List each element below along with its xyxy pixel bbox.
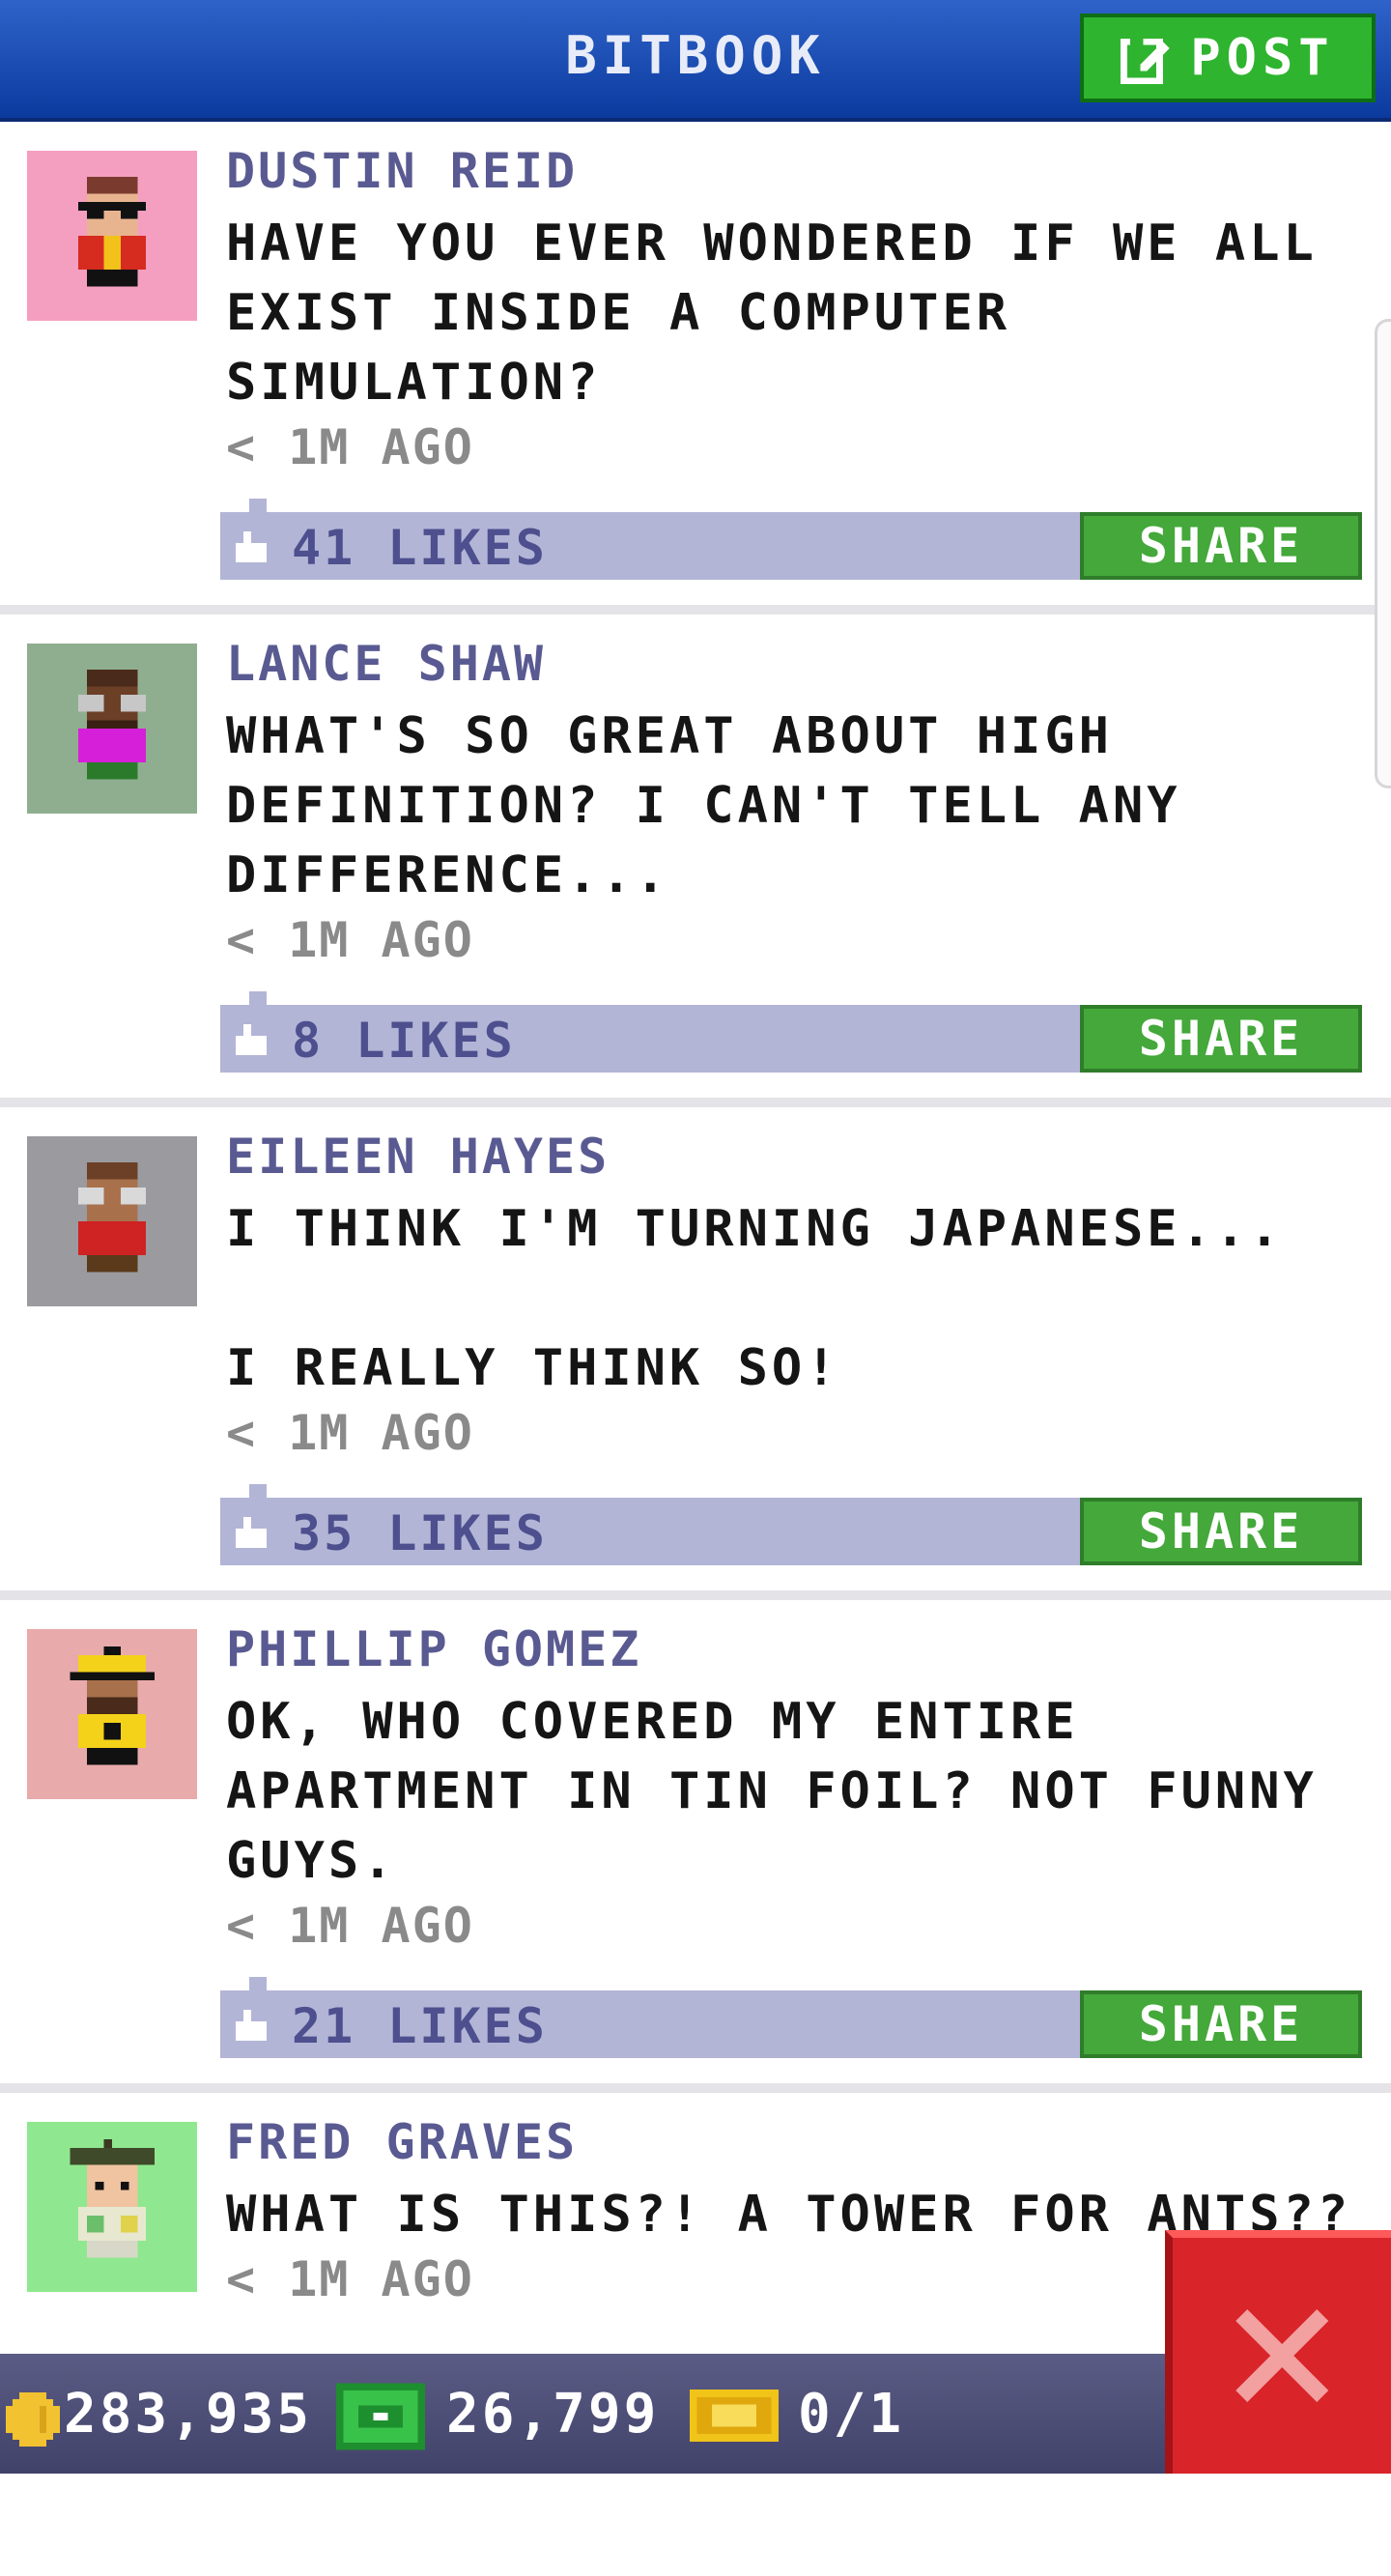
post-author[interactable]: FRED GRAVES bbox=[226, 2114, 578, 2170]
like-bar: 8 LIKES SHARE bbox=[220, 991, 1362, 1073]
like-bar: 21 LIKES SHARE bbox=[220, 1977, 1362, 2058]
close-icon bbox=[1235, 2309, 1328, 2402]
post-author[interactable]: LANCE SHAW bbox=[226, 636, 546, 692]
thumbs-up-icon[interactable] bbox=[232, 531, 270, 562]
bux-icon bbox=[336, 2383, 425, 2450]
like-bar-tab bbox=[249, 1484, 267, 1498]
post-author[interactable]: EILEEN HAYES bbox=[226, 1129, 610, 1185]
post-time: < 1M AGO bbox=[226, 912, 474, 968]
feed-post: LANCE SHAW WHAT'S SO GREAT ABOUT HIGH DE… bbox=[0, 615, 1391, 1107]
ticket-count: 0/1 bbox=[798, 2383, 905, 2446]
ticket-icon bbox=[690, 2390, 779, 2442]
post-time: < 1M AGO bbox=[226, 419, 474, 475]
pixel-person-glasses-avatar bbox=[78, 1161, 146, 1273]
like-bar: 35 LIKES SHARE bbox=[220, 1484, 1362, 1565]
thumbs-up-icon[interactable] bbox=[232, 1517, 270, 1548]
feed-post: PHILLIP GOMEZ OK, WHO COVERED MY ENTIRE … bbox=[0, 1600, 1391, 2093]
like-bar-tab bbox=[249, 991, 267, 1005]
pixel-person-hat-avatar bbox=[70, 1646, 155, 1765]
pixel-person-sunglasses-avatar bbox=[78, 176, 146, 287]
share-button[interactable]: SHARE bbox=[1080, 512, 1362, 580]
like-count: 21 LIKES bbox=[292, 1998, 548, 2054]
post-message: I THINK I'M TURNING JAPANESE... I REALLY… bbox=[226, 1200, 1284, 1397]
compose-icon bbox=[1121, 38, 1170, 84]
post-message: WHAT'S SO GREAT ABOUT HIGH DEFINITION? I… bbox=[226, 707, 1181, 904]
thumbs-up-icon[interactable] bbox=[232, 1024, 270, 1055]
like-count: 8 LIKES bbox=[292, 1013, 516, 1069]
bux-count: 26,799 bbox=[446, 2383, 660, 2446]
feed-list: DUSTIN REID HAVE YOU EVER WONDERED IF WE… bbox=[0, 122, 1391, 2576]
post-time: < 1M AGO bbox=[226, 2251, 474, 2307]
like-count: 41 LIKES bbox=[292, 520, 548, 576]
post-author[interactable]: PHILLIP GOMEZ bbox=[226, 1621, 641, 1677]
avatar[interactable] bbox=[27, 151, 197, 321]
like-bar-tab bbox=[249, 1977, 267, 1990]
avatar[interactable] bbox=[27, 2122, 197, 2292]
coin-count: 283,935 bbox=[64, 2383, 313, 2446]
post-message: OK, WHO COVERED MY ENTIRE APARTMENT IN T… bbox=[226, 1693, 1318, 1890]
avatar[interactable] bbox=[27, 644, 197, 814]
feed-post: EILEEN HAYES I THINK I'M TURNING JAPANES… bbox=[0, 1107, 1391, 1600]
like-bar: 41 LIKES SHARE bbox=[220, 499, 1362, 580]
avatar[interactable] bbox=[27, 1629, 197, 1799]
post-button-label: POST bbox=[1190, 29, 1335, 87]
scrollbar[interactable] bbox=[1375, 319, 1391, 788]
post-time: < 1M AGO bbox=[226, 1898, 474, 1954]
app-header: BITBOOK POST bbox=[0, 0, 1391, 122]
coin-icon bbox=[6, 2392, 60, 2447]
avatar[interactable] bbox=[27, 1136, 197, 1306]
post-author[interactable]: DUSTIN REID bbox=[226, 143, 578, 199]
like-count: 35 LIKES bbox=[292, 1505, 548, 1561]
share-button[interactable]: SHARE bbox=[1080, 1498, 1362, 1565]
feed-post: DUSTIN REID HAVE YOU EVER WONDERED IF WE… bbox=[0, 122, 1391, 615]
pixel-person-beret-avatar bbox=[70, 2139, 155, 2258]
post-button[interactable]: POST bbox=[1080, 14, 1376, 102]
like-bar-tab bbox=[249, 499, 267, 512]
share-button[interactable]: SHARE bbox=[1080, 1005, 1362, 1073]
share-button[interactable]: SHARE bbox=[1080, 1990, 1362, 2058]
post-message: HAVE YOU EVER WONDERED IF WE ALL EXIST I… bbox=[226, 215, 1318, 412]
thumbs-up-icon[interactable] bbox=[232, 2010, 270, 2041]
close-button[interactable] bbox=[1165, 2230, 1391, 2474]
pixel-person-glasses-avatar bbox=[78, 669, 146, 780]
post-time: < 1M AGO bbox=[226, 1405, 474, 1461]
